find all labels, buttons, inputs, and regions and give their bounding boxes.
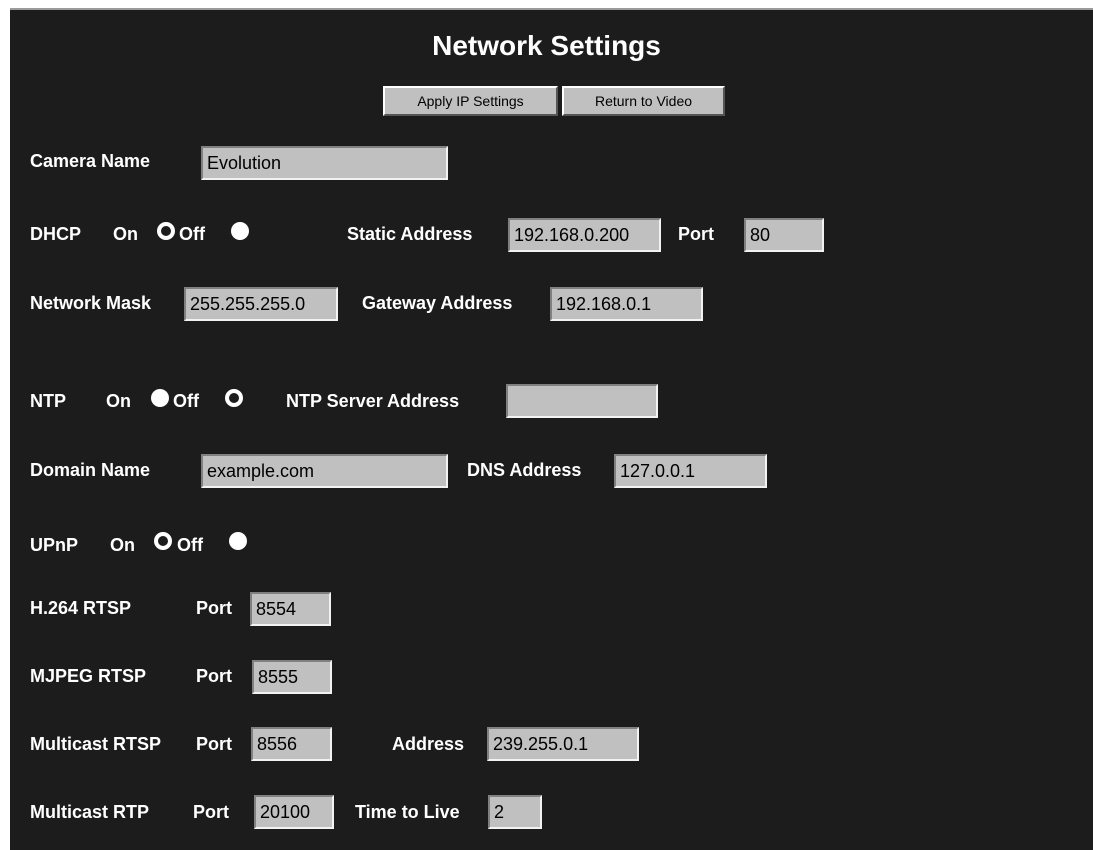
- gateway-address-field[interactable]: 192.168.0.1: [550, 287, 703, 321]
- port-field[interactable]: 80: [744, 218, 824, 252]
- ntp-on-radio[interactable]: [151, 389, 169, 407]
- dns-address-label: DNS Address: [467, 460, 582, 480]
- gateway-address-label: Gateway Address: [362, 293, 513, 313]
- multicast-rtsp-port-field[interactable]: 8556: [251, 727, 332, 761]
- h264-rtsp-label: H.264 RTSP: [30, 598, 132, 618]
- dhcp-off-label: Off: [179, 224, 205, 244]
- network-mask-label: Network Mask: [30, 293, 152, 313]
- static-address-field[interactable]: 192.168.0.200: [508, 218, 661, 252]
- time-to-live-field[interactable]: 2: [488, 795, 542, 829]
- dhcp-off-radio[interactable]: [231, 222, 249, 240]
- network-mask-field[interactable]: 255.255.255.0: [184, 287, 338, 321]
- camera-name-label: Camera Name: [30, 151, 151, 171]
- settings-panel: [10, 8, 1093, 850]
- upnp-off-radio[interactable]: [229, 532, 247, 550]
- h264-port-field[interactable]: 8554: [250, 592, 331, 626]
- domain-name-field[interactable]: example.com: [201, 454, 448, 488]
- time-to-live-label: Time to Live: [355, 802, 460, 822]
- multicast-rtsp-port-label: Port: [196, 734, 232, 754]
- ntp-off-radio[interactable]: [225, 389, 243, 407]
- multicast-rtp-port-label: Port: [193, 802, 229, 822]
- upnp-on-radio[interactable]: [154, 532, 172, 550]
- ntp-on-label: On: [106, 391, 131, 411]
- ntp-label: NTP: [30, 391, 66, 411]
- apply-ip-settings-button[interactable]: Apply IP Settings: [383, 86, 558, 116]
- multicast-address-label: Address: [392, 734, 465, 754]
- multicast-rtp-label: Multicast RTP: [30, 802, 150, 822]
- mjpeg-rtsp-label: MJPEG RTSP: [30, 666, 147, 686]
- dhcp-on-radio[interactable]: [157, 222, 175, 240]
- mjpeg-port-field[interactable]: 8555: [252, 660, 332, 694]
- domain-name-label: Domain Name: [30, 460, 151, 480]
- return-to-video-button[interactable]: Return to Video: [562, 86, 725, 116]
- ntp-off-label: Off: [173, 391, 199, 411]
- multicast-address-field[interactable]: 239.255.0.1: [487, 727, 639, 761]
- mjpeg-port-label: Port: [196, 666, 232, 686]
- upnp-on-label: On: [110, 535, 135, 555]
- ntp-server-address-field[interactable]: [506, 384, 658, 418]
- dns-address-field[interactable]: 127.0.0.1: [614, 454, 767, 488]
- h264-port-label: Port: [196, 598, 232, 618]
- dhcp-label: DHCP: [30, 224, 82, 244]
- multicast-rtp-port-field[interactable]: 20100: [254, 795, 334, 829]
- multicast-rtsp-label: Multicast RTSP: [30, 734, 162, 754]
- upnp-label: UPnP: [30, 535, 79, 555]
- upnp-off-label: Off: [177, 535, 203, 555]
- static-address-label: Static Address: [347, 224, 473, 244]
- dhcp-on-label: On: [113, 224, 138, 244]
- page-title: Network Settings: [432, 30, 661, 61]
- port-label: Port: [678, 224, 714, 244]
- camera-name-field[interactable]: Evolution: [201, 146, 448, 180]
- ntp-server-address-label: NTP Server Address: [286, 391, 460, 411]
